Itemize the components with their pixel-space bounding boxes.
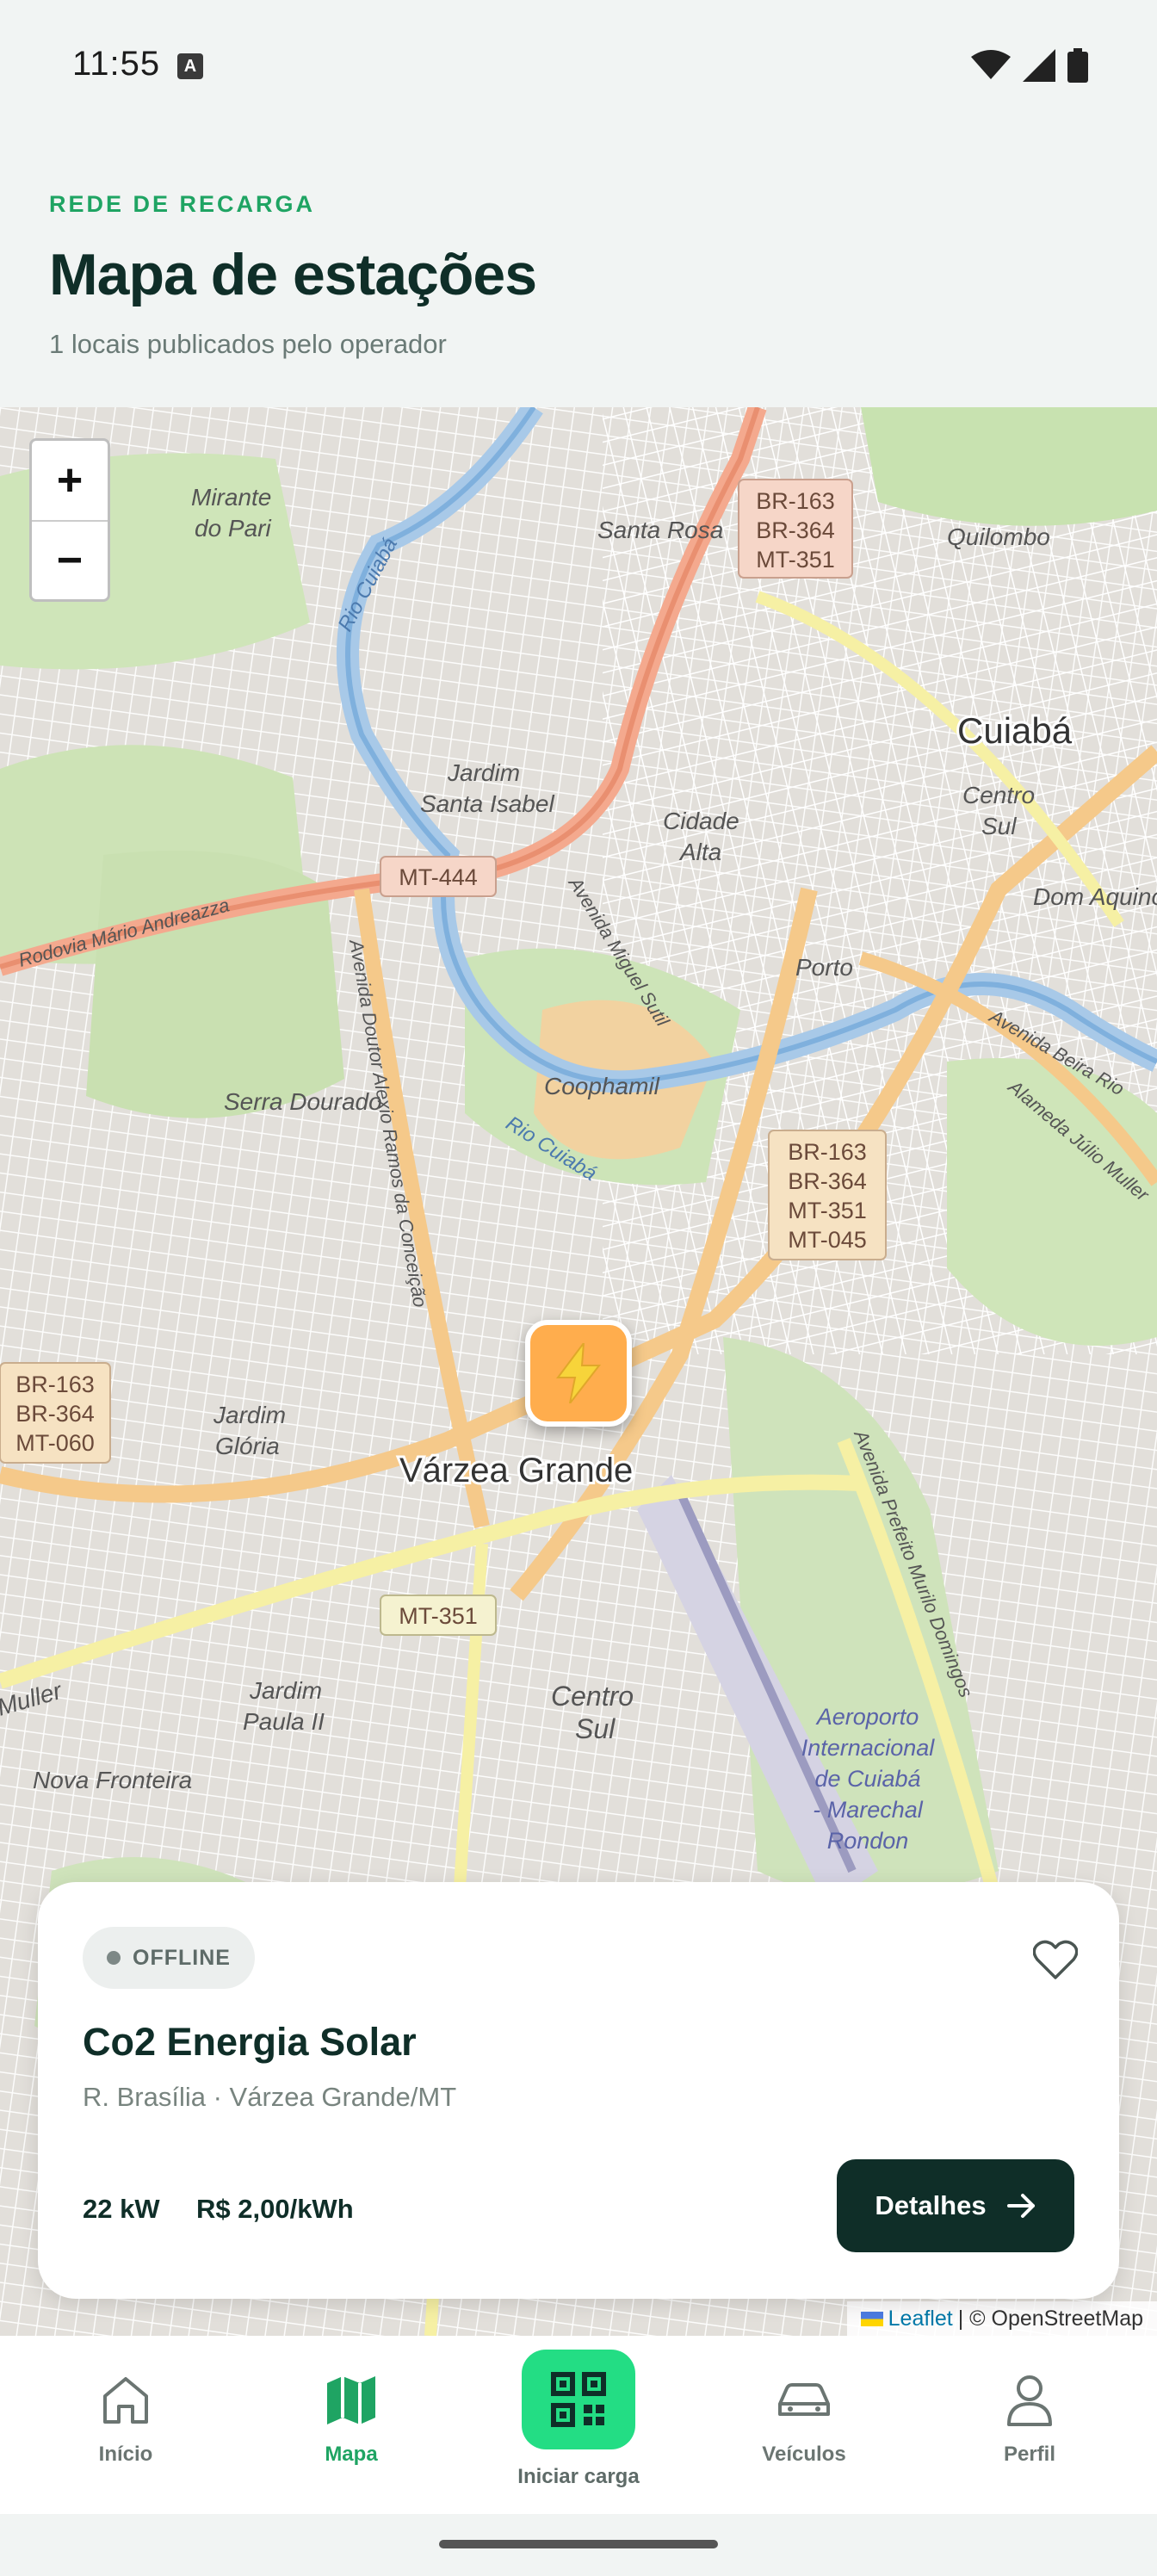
map-label-jardim-paula-2: Paula II [243,1708,325,1735]
station-name: Co2 Energia Solar [83,2020,417,2064]
status-label: OFFLINE [133,1945,231,1970]
map-label-jardim-santa-isabel: Jardim [447,759,520,786]
battery-icon [1067,48,1088,83]
zoom-in-button[interactable]: + [32,441,108,520]
home-icon [40,2370,212,2430]
map-label-aeroporto-2: Internacional [801,1735,936,1761]
map-icon [265,2370,437,2430]
map-label-centro-sul: Centro [962,782,1035,808]
map-label-nova-fronteira: Nova Fronteira [33,1767,192,1793]
zoom-out-button[interactable]: − [32,520,108,599]
shield-br163-mid-1: BR-163 [788,1139,867,1165]
shield-br163-left-1: BR-163 [15,1372,95,1397]
map-label-mirante: Mirante [191,484,271,511]
shield-br163-top-2: BR-364 [756,517,835,543]
status-time: 11:55 [72,45,161,83]
details-button[interactable]: Detalhes [837,2159,1074,2252]
notification-icon: A [177,53,203,79]
map-label-varzea-grande: Várzea Grande [399,1452,633,1489]
map-label-cidade-alta: Cidade [663,808,739,834]
attribution-text: | © OpenStreetMap [957,2306,1143,2331]
person-icon [944,2370,1116,2430]
map-label-jardim-paula: Jardim [249,1677,322,1704]
map-label-jardim-santa-isabel-2: Santa Isabel [420,790,554,817]
station-address: R. Brasília · Várzea Grande/MT [83,2082,457,2112]
map-label-dom-aquino: Dom Aquino [1033,883,1157,910]
qr-code-icon [551,2372,606,2427]
leaflet-link[interactable]: Leaflet [888,2307,953,2331]
map-label-cuiaba: Cuiabá [957,710,1073,751]
map-label-aeroporto-4: - Marechal [813,1797,924,1823]
nav-item-perfil[interactable]: Perfil [944,2370,1116,2467]
section-eyebrow: REDE DE RECARGA [49,191,316,217]
shield-br163-left-2: BR-364 [15,1401,95,1427]
map-label-centro-sul-2: Sul [981,813,1017,839]
map-label-santa-rosa: Santa Rosa [597,517,723,543]
nav-label-inicio: Início [98,2443,153,2466]
map-label-serra-dourado: Serra Dourado [224,1088,382,1115]
nav-label-veiculos: Veículos [762,2443,846,2466]
map-label-centro-sul-vg: Centro [551,1681,634,1712]
map-attribution: Leaflet | © OpenStreetMap [846,2301,1157,2336]
map-label-centro-sul-vg-2: Sul [575,1713,616,1744]
map-label-jardim-gloria-2: Glória [215,1433,280,1459]
shield-br163-left-3: MT-060 [15,1430,95,1456]
wifi-icon [971,50,1011,79]
ukraine-flag-icon [860,2311,883,2326]
lightning-icon [556,1343,602,1403]
map-label-coophamil: Coophamil [544,1073,660,1099]
shield-mt351: MT-351 [399,1603,478,1629]
bottom-nav: Início Mapa Iniciar carga Veículos Perfi… [0,2336,1157,2514]
favorite-button[interactable] [1030,1934,1081,1985]
page-subtitle: 1 locais publicados pelo operador [49,329,447,359]
nav-label-iniciar-carga: Iniciar carga [517,2465,640,2488]
station-card[interactable]: OFFLINE Co2 Energia Solar R. Brasília · … [38,1882,1119,2299]
map-label-jardim-gloria: Jardim [213,1402,286,1428]
map-label-quilombo: Quilombo [947,523,1050,550]
shield-br163-mid-3: MT-351 [788,1198,867,1223]
nav-item-inicio[interactable]: Início [40,2370,212,2467]
signal-icon [1023,49,1055,82]
map-label-do-pari: do Pari [195,515,271,542]
map-label-porto: Porto [795,954,853,981]
status-badge: OFFLINE [83,1927,255,1989]
zoom-control: + − [29,438,110,602]
nav-item-veiculos[interactable]: Veículos [718,2370,890,2467]
station-price: R$ 2,00/kWh [196,2194,354,2224]
nav-item-mapa[interactable]: Mapa [265,2370,437,2467]
start-charge-button[interactable] [522,2350,635,2449]
details-label: Detalhes [875,2190,987,2220]
arrow-right-icon [1006,2194,1035,2218]
shield-br163-top-3: MT-351 [756,547,835,573]
status-bar: 11:55 A [0,0,1157,129]
shield-br163-top-1: BR-163 [756,488,835,514]
map-label-aeroporto: Aeroporto [815,1704,919,1730]
map-label-aeroporto-5: Rondon [827,1828,909,1854]
nav-label-mapa: Mapa [325,2443,378,2466]
map-label-aeroporto-3: de Cuiabá [814,1766,920,1792]
nav-label-perfil: Perfil [1003,2443,1056,2466]
heart-icon [1033,1940,1078,1979]
map-label-cidade-alta-2: Alta [678,839,721,865]
shield-br163-mid-4: MT-045 [788,1227,867,1253]
car-icon [718,2370,890,2430]
shield-br163-mid-2: BR-364 [788,1168,867,1194]
station-marker[interactable] [525,1320,632,1427]
status-dot [107,1951,121,1965]
page-title: Mapa de estações [49,242,537,307]
shield-mt444: MT-444 [399,864,478,890]
gesture-bar[interactable] [439,2540,718,2548]
status-icons [971,48,1088,83]
station-power: 22 kW [83,2194,160,2224]
